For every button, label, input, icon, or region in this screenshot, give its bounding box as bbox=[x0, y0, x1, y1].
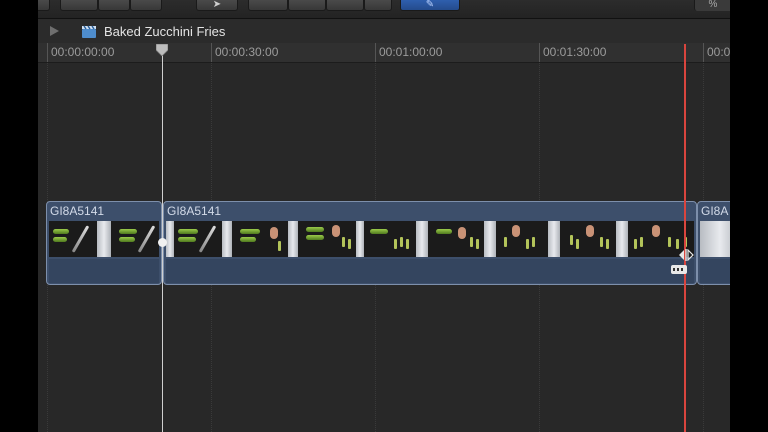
clip-audio bbox=[166, 259, 694, 283]
skimmer bbox=[684, 44, 686, 432]
ruler-tick bbox=[211, 43, 212, 62]
ruler-label: 00:0 bbox=[707, 45, 730, 59]
ruler-label: 00:00:30:00 bbox=[215, 45, 279, 59]
toolbar-button[interactable] bbox=[98, 0, 130, 11]
audio-tool-button[interactable]: ✎ bbox=[400, 0, 460, 11]
clip-thumbnail bbox=[49, 221, 115, 257]
toolbar-button[interactable] bbox=[130, 0, 162, 11]
video-clip[interactable]: GI8A5141 bbox=[46, 201, 162, 285]
ruler-tick bbox=[375, 43, 376, 62]
connection-icon bbox=[671, 265, 687, 274]
clip-filmstrip bbox=[700, 221, 730, 257]
toolbar-right-control[interactable]: % bbox=[694, 0, 730, 11]
clip-thumbnail bbox=[166, 221, 232, 257]
timeline-window: ➤ ✎ % Baked Zucchini Fries 00:00:00:00 0… bbox=[38, 0, 730, 432]
trim-icon bbox=[679, 249, 694, 261]
time-ruler[interactable]: 00:00:00:00 00:00:30:00 00:01:00:00 00:0… bbox=[38, 43, 730, 63]
clip-name: GI8A bbox=[701, 204, 729, 218]
clip-thumbnail bbox=[298, 221, 364, 257]
clip-name: GI8A5141 bbox=[50, 204, 105, 218]
clip-thumbnail bbox=[364, 221, 430, 257]
toolbar-button[interactable] bbox=[38, 0, 50, 11]
play-icon[interactable] bbox=[50, 26, 59, 36]
toolbar-button[interactable] bbox=[364, 0, 392, 11]
toolbar-button[interactable] bbox=[60, 0, 98, 11]
project-title: Baked Zucchini Fries bbox=[104, 24, 226, 39]
clip-thumbnail bbox=[496, 221, 562, 257]
clip-filmstrip bbox=[49, 221, 159, 257]
project-header: Baked Zucchini Fries bbox=[38, 19, 730, 43]
ruler-label: 00:00:00:00 bbox=[51, 45, 115, 59]
ruler-tick bbox=[539, 43, 540, 62]
video-clip[interactable]: GI8A bbox=[697, 201, 730, 285]
clip-name: GI8A5141 bbox=[167, 204, 222, 218]
clip-thumbnail bbox=[700, 221, 730, 257]
clip-thumbnail bbox=[430, 221, 496, 257]
clip-audio bbox=[700, 259, 730, 283]
toolbar-button[interactable] bbox=[248, 0, 288, 11]
ruler-label: 00:01:30:00 bbox=[543, 45, 607, 59]
clip-thumbnail bbox=[232, 221, 298, 257]
toolbar-button[interactable] bbox=[326, 0, 364, 11]
ruler-tick bbox=[47, 43, 48, 62]
arrow-icon: ➤ bbox=[212, 0, 222, 10]
playhead-icon[interactable] bbox=[156, 44, 168, 56]
toolbar-button[interactable] bbox=[288, 0, 326, 11]
select-tool-button[interactable]: ➤ bbox=[196, 0, 238, 11]
clip-thumbnail bbox=[115, 221, 159, 257]
wand-icon: ✎ bbox=[425, 0, 435, 10]
playhead-marker bbox=[158, 238, 167, 247]
percent-text: % bbox=[708, 0, 718, 10]
clip-filmstrip bbox=[166, 221, 694, 257]
clip-thumbnail bbox=[562, 221, 628, 257]
video-clip[interactable]: GI8A5141 bbox=[163, 201, 697, 285]
clapperboard-icon bbox=[82, 25, 96, 38]
clip-audio bbox=[49, 259, 159, 283]
toolbar: ➤ ✎ % bbox=[38, 0, 730, 19]
ruler-label: 00:01:00:00 bbox=[379, 45, 443, 59]
ruler-tick bbox=[703, 43, 704, 62]
